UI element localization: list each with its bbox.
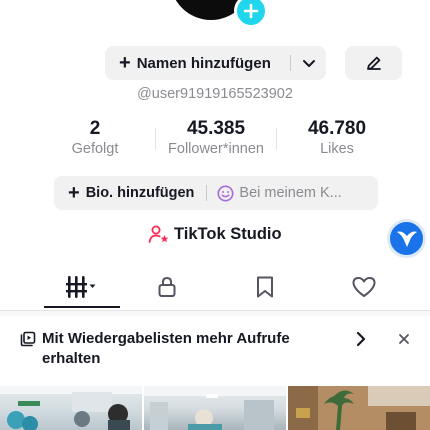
stat-followers[interactable]: 45.385 Follower*innen <box>156 118 276 157</box>
thumbnail-image <box>288 386 430 430</box>
tab-liked[interactable] <box>321 266 407 308</box>
plus-icon: + <box>68 182 80 204</box>
tab-videos[interactable] <box>39 266 125 308</box>
stat-label: Follower*innen <box>168 141 264 157</box>
stat-value: 45.385 <box>186 118 246 139</box>
pencil-icon <box>366 56 381 70</box>
thumbnail-image <box>0 386 142 430</box>
chevron-right-icon[interactable] <box>354 331 368 352</box>
divider <box>206 185 208 201</box>
video-thumbnail[interactable] <box>144 386 286 430</box>
plus-icon: + <box>119 52 131 74</box>
chevron-down-icon[interactable] <box>300 54 318 76</box>
tab-saved[interactable] <box>222 266 308 308</box>
bookmark-icon <box>257 276 273 298</box>
stat-following[interactable]: 2 Gefolgt <box>35 118 155 157</box>
videos-grid-icon <box>66 276 96 298</box>
plus-icon <box>243 3 259 19</box>
studio-person-icon <box>148 224 170 244</box>
assistant-logo-icon <box>396 231 417 247</box>
profile-tabs <box>0 266 430 310</box>
add-avatar-button[interactable] <box>234 0 268 28</box>
floating-assistant-button[interactable] <box>387 219 426 258</box>
thumbnail-image <box>144 386 286 430</box>
stat-value: 46.780 <box>307 118 367 139</box>
close-icon[interactable] <box>397 331 411 352</box>
video-thumbnail[interactable] <box>288 386 430 430</box>
bio-alt-label: Bei meinem K... <box>239 185 342 201</box>
stat-likes[interactable]: 46.780 Likes <box>277 118 397 157</box>
add-bio-button[interactable]: + Bio. hinzufügen Bei meinem K... <box>54 176 378 210</box>
tab-private[interactable] <box>124 266 210 308</box>
tab-selected-indicator <box>44 306 120 308</box>
banner-text: Mit Wiedergabelisten mehr Aufrufe erhalt… <box>42 330 290 367</box>
stat-value: 2 <box>89 118 101 139</box>
heart-icon <box>352 277 376 297</box>
smiley-icon <box>217 185 234 202</box>
edit-profile-button[interactable] <box>345 46 402 80</box>
divider <box>290 55 291 71</box>
playlist-icon <box>20 331 36 352</box>
stat-label: Gefolgt <box>71 141 119 157</box>
add-bio-label: Bio. hinzufügen <box>85 185 195 201</box>
lock-icon <box>158 276 176 297</box>
username: @user91919165523902 <box>137 86 293 102</box>
studio-label: TikTok Studio <box>174 224 282 243</box>
tiktok-studio-link[interactable]: TikTok Studio <box>148 224 282 244</box>
stat-label: Likes <box>320 141 354 157</box>
playlist-promo-banner[interactable]: Mit Wiedergabelisten mehr Aufrufe erhalt… <box>0 316 430 382</box>
add-name-button[interactable]: + Namen hinzufügen <box>105 46 326 80</box>
video-thumbnail[interactable] <box>0 386 142 430</box>
add-name-label: Namen hinzufügen <box>136 54 271 72</box>
